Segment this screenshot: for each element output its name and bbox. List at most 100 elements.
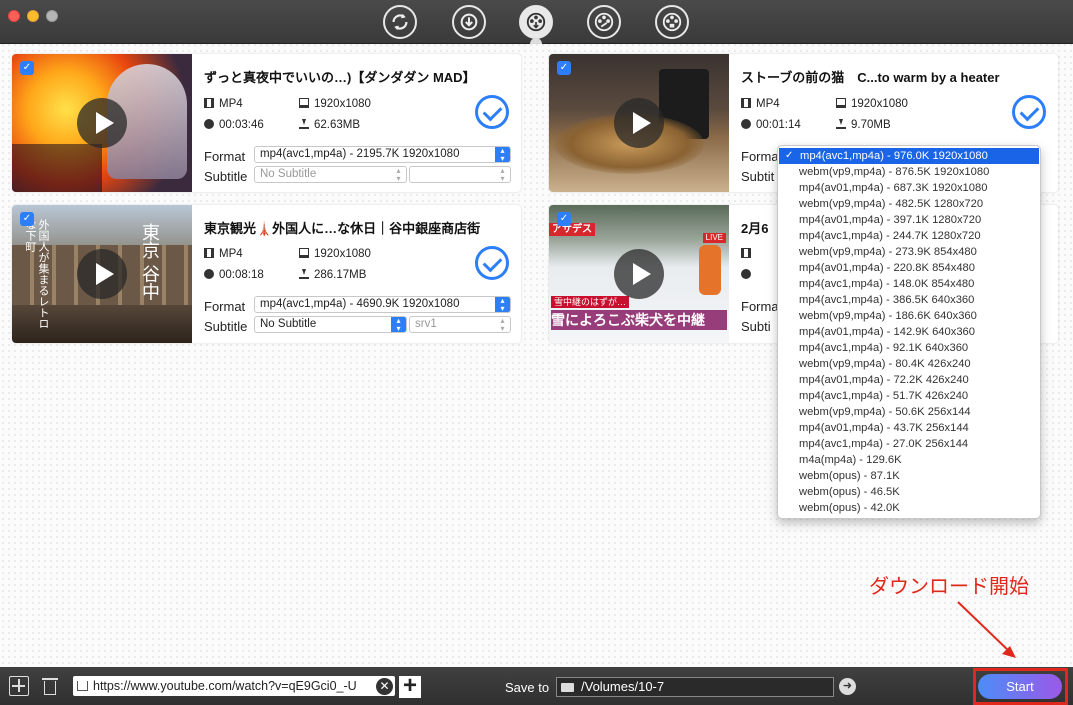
play-icon[interactable] <box>77 98 127 148</box>
subtitle-value: No Subtitle <box>260 318 317 330</box>
format-option[interactable]: webm(vp9,mp4a) - 80.4K 426x240 <box>778 356 1040 372</box>
thumbnail-caption: 東京 谷中 <box>139 223 160 301</box>
format-option[interactable]: webm(vp9,mp4a) - 50.6K 256x144 <box>778 404 1040 420</box>
format-option[interactable]: mp4(av01,mp4a) - 72.2K 426x240 <box>778 372 1040 388</box>
format-option[interactable]: mp4(avc1,mp4a) - 148.0K 854x480 <box>778 276 1040 292</box>
select-checkbox[interactable]: ✓ <box>20 61 34 75</box>
format-option[interactable]: webm(vp9,mp4a) - 273.9K 854x480 <box>778 244 1040 260</box>
format-option[interactable]: mp4(av01,mp4a) - 43.7K 256x144 <box>778 420 1040 436</box>
selected-check-icon[interactable] <box>475 246 509 280</box>
download-icon <box>460 13 478 31</box>
container-info <box>741 248 756 260</box>
size-value: 62.63MB <box>314 119 361 131</box>
film-icon <box>204 248 214 258</box>
subtitle-select[interactable]: No Subtitle ▴ ▾ <box>254 316 407 333</box>
format-option[interactable]: mp4(avc1,mp4a) - 51.7K 426x240 <box>778 388 1040 404</box>
format-option[interactable]: webm(opus) - 87.1K <box>778 468 1040 484</box>
format-option-selected[interactable]: mp4(avc1,mp4a) - 976.0K 1920x1080 <box>779 148 1039 164</box>
subtitle-label: Subtitle <box>204 169 248 184</box>
monitor-icon <box>299 98 309 108</box>
start-button[interactable]: Start <box>978 674 1062 699</box>
video-edit-tab[interactable] <box>587 5 621 39</box>
format-option[interactable]: webm(opus) - 42.0K <box>778 500 1040 516</box>
chevron-updown-icon: ▴ ▾ <box>500 166 505 183</box>
play-icon[interactable] <box>614 98 664 148</box>
save-path-field[interactable]: /Volumes/10-7 <box>556 677 834 697</box>
subtitle-language-select[interactable]: ▴ ▾ <box>409 166 511 183</box>
video-download-icon <box>526 12 546 32</box>
subtitle-value: No Subtitle <box>260 168 317 180</box>
duration-info: 00:01:14 <box>741 119 801 131</box>
format-option[interactable]: webm(opus) - 46.5K <box>778 484 1040 500</box>
open-folder-arrow-icon[interactable]: ➜ <box>839 678 856 695</box>
duration-info: 00:03:46 <box>204 119 264 131</box>
format-option[interactable]: mp4(av01,mp4a) - 397.1K 1280x720 <box>778 212 1040 228</box>
add-url-button[interactable]: + <box>399 674 421 698</box>
thumbnail-caption-top: 雪中継のはずが… <box>551 296 630 308</box>
clock-icon <box>204 119 214 129</box>
thumbnail-live-badge: LIVE <box>702 233 726 243</box>
chevron-updown-icon: ▴ ▾ <box>391 317 406 332</box>
trash-icon[interactable] <box>40 676 60 696</box>
selected-check-icon[interactable] <box>1012 95 1046 129</box>
select-checkbox[interactable]: ✓ <box>557 212 571 226</box>
play-icon[interactable] <box>77 249 127 299</box>
url-input[interactable]: https://www.youtube.com/watch?v=qE9Gci0_… <box>73 676 395 696</box>
selected-check-icon[interactable] <box>475 95 509 129</box>
format-option[interactable]: m4a(mp4a) - 129.6K <box>778 452 1040 468</box>
resolution-value: 1920x1080 <box>851 98 908 110</box>
duration-value: 00:03:46 <box>219 119 264 131</box>
video-card: ✓ ずっと真夜中でいいの…)【ダンダダン MAD】 MP4 1920x1080 … <box>12 54 521 192</box>
window-minimize-button[interactable] <box>27 10 39 22</box>
format-dropdown-menu[interactable]: mp4(avc1,mp4a) - 976.0K 1920x1080 webm(v… <box>777 145 1041 519</box>
format-option[interactable]: webm(vp9,mp4a) - 482.5K 1280x720 <box>778 196 1040 212</box>
video-record-tab[interactable] <box>655 5 689 39</box>
thumbnail-subcaption: 外国人が集まるレトロな下町 <box>24 219 50 329</box>
format-option[interactable]: mp4(avc1,mp4a) - 27.0K 256x144 <box>778 436 1040 452</box>
chevron-updown-icon: ▴ ▾ <box>495 147 510 162</box>
title-bar <box>0 0 1073 44</box>
video-record-icon <box>662 12 682 32</box>
container-info: MP4 <box>204 98 243 110</box>
convert-tab[interactable] <box>383 5 417 39</box>
container-value: MP4 <box>219 248 243 260</box>
format-option[interactable]: mp4(avc1,mp4a) - 386.5K 640x360 <box>778 292 1040 308</box>
add-icon[interactable] <box>9 676 29 696</box>
format-option[interactable]: mp4(avc1,mp4a) - 244.7K 1280x720 <box>778 228 1040 244</box>
duration-value: 00:01:14 <box>756 119 801 131</box>
window-zoom-button[interactable] <box>46 10 58 22</box>
format-option[interactable]: webm(vp9,mp4a) - 876.5K 1920x1080 <box>778 164 1040 180</box>
bottom-bar: https://www.youtube.com/watch?v=qE9Gci0_… <box>0 667 1073 705</box>
video-title: 東京観光🗼外国人に…な休日｜谷中銀座商店街 <box>204 221 481 236</box>
subtitle-select[interactable]: No Subtitle ▴ ▾ <box>254 166 407 183</box>
format-option[interactable]: mp4(avc1,mp4a) - 92.1K 640x360 <box>778 340 1040 356</box>
home-icon <box>77 681 88 691</box>
format-value: mp4(avc1,mp4a) - 4690.9K 1920x1080 <box>260 298 460 310</box>
format-select[interactable]: mp4(avc1,mp4a) - 4690.9K 1920x1080 ▴ ▾ <box>254 296 511 313</box>
format-option[interactable]: mp4(av01,mp4a) - 687.3K 1920x1080 <box>778 180 1040 196</box>
size-value: 286.17MB <box>314 269 367 281</box>
download-size-icon <box>299 119 309 129</box>
folder-icon <box>561 683 574 692</box>
play-icon[interactable] <box>614 249 664 299</box>
window-close-button[interactable] <box>8 10 20 22</box>
download-tab[interactable] <box>452 5 486 39</box>
annotation-label: ダウンロード開始 <box>869 574 1029 598</box>
format-value: mp4(avc1,mp4a) - 2195.7K 1920x1080 <box>260 148 460 160</box>
format-option[interactable]: webm(vp9,mp4a) - 186.6K 640x360 <box>778 308 1040 324</box>
video-download-tab[interactable] <box>519 5 553 39</box>
monitor-icon <box>836 98 846 108</box>
clear-url-button[interactable]: ✕ <box>376 678 393 695</box>
subtitle-label: Subtit <box>741 169 775 184</box>
subtitle-label: Subti <box>741 319 771 334</box>
format-option[interactable]: mp4(av01,mp4a) - 220.8K 854x480 <box>778 260 1040 276</box>
subtitle-language-select[interactable]: srv1 ▴ ▾ <box>409 316 511 333</box>
size-info: 286.17MB <box>299 269 366 281</box>
select-checkbox[interactable]: ✓ <box>557 61 571 75</box>
select-checkbox[interactable]: ✓ <box>20 212 34 226</box>
clock-icon <box>204 269 214 279</box>
format-select[interactable]: mp4(avc1,mp4a) - 2195.7K 1920x1080 ▴ ▾ <box>254 146 511 163</box>
download-size-icon <box>836 119 846 129</box>
film-icon <box>741 98 751 108</box>
format-option[interactable]: mp4(av01,mp4a) - 142.9K 640x360 <box>778 324 1040 340</box>
